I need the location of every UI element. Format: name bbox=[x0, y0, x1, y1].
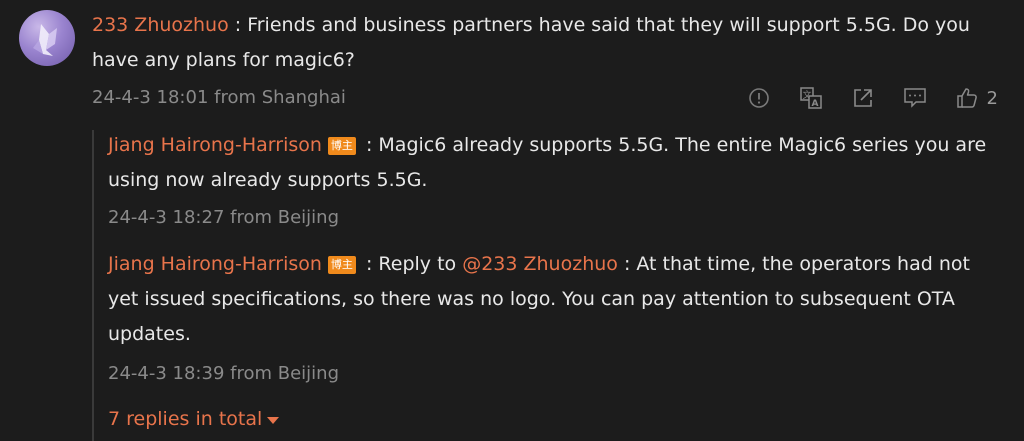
reply-meta: 24-4-3 18:27 from Beijing bbox=[108, 206, 339, 230]
reply-item: Jiang Hairong-Harrison 博主 : Reply to @233… bbox=[108, 247, 998, 352]
comment-section: 233 Zhuozhuo : Friends and business part… bbox=[0, 0, 1024, 441]
share-icon[interactable] bbox=[851, 86, 875, 110]
comment-location: from Shanghai bbox=[214, 87, 346, 108]
reply-date: 24-4-3 18:27 bbox=[108, 207, 225, 228]
reply-to-mention[interactable]: @233 Zhuozhuo bbox=[462, 253, 618, 275]
comment-actions: 文 A 2 bbox=[747, 84, 998, 112]
reply-username[interactable]: Jiang Hairong-Harrison bbox=[108, 253, 322, 275]
comment-date: 24-4-3 18:01 bbox=[92, 87, 209, 108]
reply-separator-2: : bbox=[617, 253, 637, 275]
reply-location: from Beijing bbox=[230, 363, 340, 384]
svg-text:A: A bbox=[811, 99, 818, 109]
total-replies-label: 7 replies in total bbox=[108, 408, 263, 430]
author-badge: 博主 bbox=[327, 137, 356, 155]
comment-separator: : bbox=[228, 14, 248, 36]
reply-date: 24-4-3 18:39 bbox=[108, 363, 225, 384]
reply-meta: 24-4-3 18:39 from Beijing bbox=[108, 362, 339, 386]
comment-username[interactable]: 233 Zhuozhuo bbox=[92, 14, 229, 36]
reply-to-prefix: Reply to bbox=[378, 253, 463, 275]
comment-body: 233 Zhuozhuo : Friends and business part… bbox=[92, 8, 992, 78]
report-icon[interactable] bbox=[747, 86, 771, 110]
reply-separator: : bbox=[359, 134, 379, 156]
caret-down-icon bbox=[267, 416, 280, 424]
reply-location: from Beijing bbox=[230, 207, 340, 228]
avatar[interactable] bbox=[19, 10, 75, 66]
translate-icon[interactable]: 文 A bbox=[799, 86, 823, 110]
reply-separator: : bbox=[359, 253, 379, 275]
total-replies-link[interactable]: 7 replies in total bbox=[108, 406, 280, 432]
avatar-image bbox=[33, 24, 57, 56]
reply-item: Jiang Hairong-Harrison 博主 : Magic6 alread… bbox=[108, 128, 998, 198]
reply-thread: Jiang Hairong-Harrison 博主 : Magic6 alread… bbox=[92, 130, 1014, 441]
like-count: 2 bbox=[986, 87, 998, 109]
thumbs-up-icon[interactable] bbox=[955, 86, 979, 110]
comment-meta: 24-4-3 18:01 from Shanghai bbox=[92, 86, 346, 110]
reply-icon[interactable] bbox=[903, 86, 927, 110]
reply-username[interactable]: Jiang Hairong-Harrison bbox=[108, 134, 322, 156]
author-badge: 博主 bbox=[327, 256, 356, 274]
